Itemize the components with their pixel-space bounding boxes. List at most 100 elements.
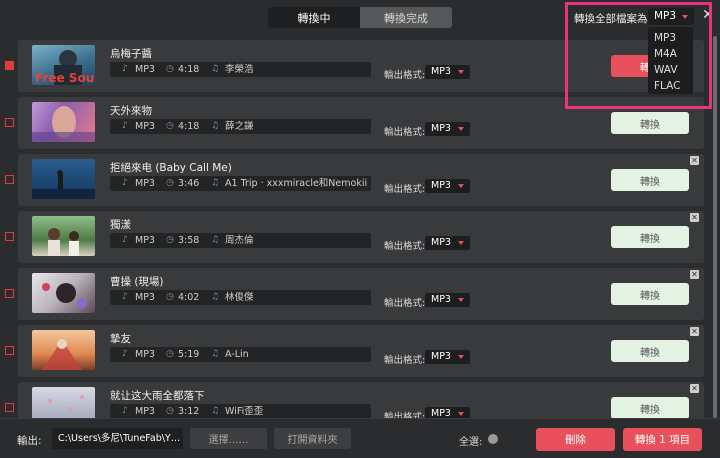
tab-converting[interactable]: 轉換中 xyxy=(268,7,360,28)
output-format-select[interactable]: MP3 xyxy=(425,179,470,193)
choose-button-label: 選擇…… xyxy=(208,435,249,446)
album-art-image xyxy=(48,228,79,256)
output-format-select[interactable]: MP3 xyxy=(425,122,470,136)
album-art-image xyxy=(32,170,95,199)
convert-all-format-select[interactable]: MP3 xyxy=(648,8,694,25)
tab-group: 轉換中 轉換完成 xyxy=(268,7,452,28)
music-note-icon: ♪ xyxy=(122,235,128,245)
bell-icon: ♫ xyxy=(211,292,220,302)
chevron-down-icon xyxy=(458,241,464,245)
chevron-down-icon xyxy=(458,70,464,74)
remove-row-icon[interactable]: ✕ xyxy=(690,327,699,336)
scrollbar[interactable] xyxy=(712,36,718,418)
chevron-down-icon xyxy=(458,412,464,416)
song-artist: 周杰倫 xyxy=(225,235,254,246)
row-checkbox[interactable] xyxy=(5,175,14,184)
select-all-toggle[interactable] xyxy=(488,434,498,444)
song-artist: 李榮浩 xyxy=(225,64,254,75)
row-checkbox[interactable] xyxy=(5,118,14,127)
convert-all-label: 轉換全部檔案為: xyxy=(574,13,652,25)
convert-button-label: 轉換 xyxy=(640,404,660,416)
remove-row-icon[interactable]: ✕ xyxy=(690,213,699,222)
song-artist: WiFi歪歪 xyxy=(225,406,264,417)
convert-items-button[interactable]: 轉換 1 項目 xyxy=(623,428,702,451)
song-format: MP3 xyxy=(135,178,155,189)
bell-icon: ♫ xyxy=(211,406,220,416)
song-format: MP3 xyxy=(135,406,155,417)
song-row: 天外來物 ♪ MP3 ◷ 4:18 ♫ 薛之謙 輸出格式: MP3 轉換 xyxy=(5,97,704,149)
song-row: 摯友 ♪ MP3 ◷ 5:19 ♫ A-Lin 輸出格式: MP3 轉換 ✕ xyxy=(5,325,704,377)
song-format: MP3 xyxy=(135,292,155,303)
album-art xyxy=(32,102,95,142)
row-checkbox[interactable] xyxy=(5,232,14,241)
output-format-value: MP3 xyxy=(431,408,451,418)
song-title: 天外來物 xyxy=(110,105,152,117)
song-artist: 林俊傑 xyxy=(225,292,254,303)
output-path-label: 輸出: xyxy=(17,435,42,447)
output-format-select[interactable]: MP3 xyxy=(425,65,470,79)
open-folder-button[interactable]: 打開資料夾 xyxy=(274,428,351,449)
remove-row-icon[interactable]: ✕ xyxy=(690,156,699,165)
song-row: 就让这大雨全都落下 ♪ MP3 ◷ 3:12 ♫ WiFi歪歪 輸出格式: MP… xyxy=(5,382,704,418)
song-duration: 4:02 xyxy=(178,292,200,303)
convert-button[interactable]: 轉換 xyxy=(611,283,689,305)
music-note-icon: ♪ xyxy=(122,292,128,302)
song-title: 摯友 xyxy=(110,333,131,345)
output-format-label: 輸出格式: xyxy=(384,184,426,195)
song-format: MP3 xyxy=(135,64,155,75)
tab-finished[interactable]: 轉換完成 xyxy=(360,7,452,28)
delete-button[interactable]: 刪除 xyxy=(536,428,615,451)
album-art-image xyxy=(42,339,82,370)
song-duration: 4:18 xyxy=(178,64,200,75)
remove-row-icon[interactable]: ✕ xyxy=(690,384,699,393)
dropdown-option-m4a[interactable]: M4A xyxy=(648,46,693,62)
output-format-select[interactable]: MP3 xyxy=(425,350,470,364)
output-format-label: 輸出格式: xyxy=(384,127,426,138)
song-title: 曹操 (現場) xyxy=(110,276,164,288)
music-note-icon: ♪ xyxy=(122,349,128,359)
album-art xyxy=(32,159,95,199)
convert-button[interactable]: 轉換 xyxy=(611,397,689,418)
dropdown-option-flac[interactable]: FLAC xyxy=(648,78,693,94)
clock-icon: ◷ xyxy=(166,292,174,302)
dropdown-option-mp3[interactable]: MP3 xyxy=(648,30,693,46)
output-path-field[interactable]: C:\Users\多尼\TuneFab\Y… xyxy=(52,428,183,449)
dropdown-option-wav[interactable]: WAV xyxy=(648,62,693,78)
convert-button[interactable]: 轉換 xyxy=(611,226,689,248)
row-checkbox[interactable] xyxy=(5,61,14,70)
music-note-icon: ♪ xyxy=(122,406,128,416)
row-checkbox[interactable] xyxy=(5,403,14,412)
output-format-select[interactable]: MP3 xyxy=(425,236,470,250)
choose-button[interactable]: 選擇…… xyxy=(190,428,267,449)
convert-all-format-value: MP3 xyxy=(654,10,677,22)
output-format-select[interactable]: MP3 xyxy=(425,407,470,418)
output-format-value: MP3 xyxy=(431,351,451,362)
clock-icon: ◷ xyxy=(166,406,174,416)
convert-button[interactable]: 轉換 xyxy=(611,340,689,362)
convert-button-label: 轉換 xyxy=(640,233,660,245)
scrollbar-thumb[interactable] xyxy=(713,36,717,418)
output-format-value: MP3 xyxy=(431,180,451,191)
row-checkbox[interactable] xyxy=(5,346,14,355)
open-folder-button-label: 打開資料夾 xyxy=(287,435,338,446)
convert-button-label: 轉換 xyxy=(640,347,660,359)
output-format-value: MP3 xyxy=(431,294,451,305)
row-checkbox[interactable] xyxy=(5,289,14,298)
album-art-lettering: Free Soul xyxy=(35,71,95,85)
convert-button[interactable]: 轉換 xyxy=(611,169,689,191)
output-format-value: MP3 xyxy=(431,123,451,134)
convert-button[interactable]: 轉換 xyxy=(611,112,689,134)
chevron-down-icon xyxy=(458,298,464,302)
song-duration: 3:58 xyxy=(178,235,200,246)
output-format-select[interactable]: MP3 xyxy=(425,293,470,307)
remove-row-icon[interactable]: ✕ xyxy=(690,270,699,279)
close-icon[interactable]: ✕ xyxy=(702,8,714,22)
bottom-bar: 輸出: C:\Users\多尼\TuneFab\Y… 選擇…… 打開資料夾 全選… xyxy=(0,418,720,458)
output-format-label: 輸出格式: xyxy=(384,241,426,252)
album-art xyxy=(32,273,95,313)
bell-icon: ♫ xyxy=(211,178,220,188)
song-title: 就让这大雨全都落下 xyxy=(110,390,205,402)
song-title: 獨漾 xyxy=(110,219,131,231)
delete-button-label: 刪除 xyxy=(565,434,586,446)
album-art xyxy=(32,387,95,418)
